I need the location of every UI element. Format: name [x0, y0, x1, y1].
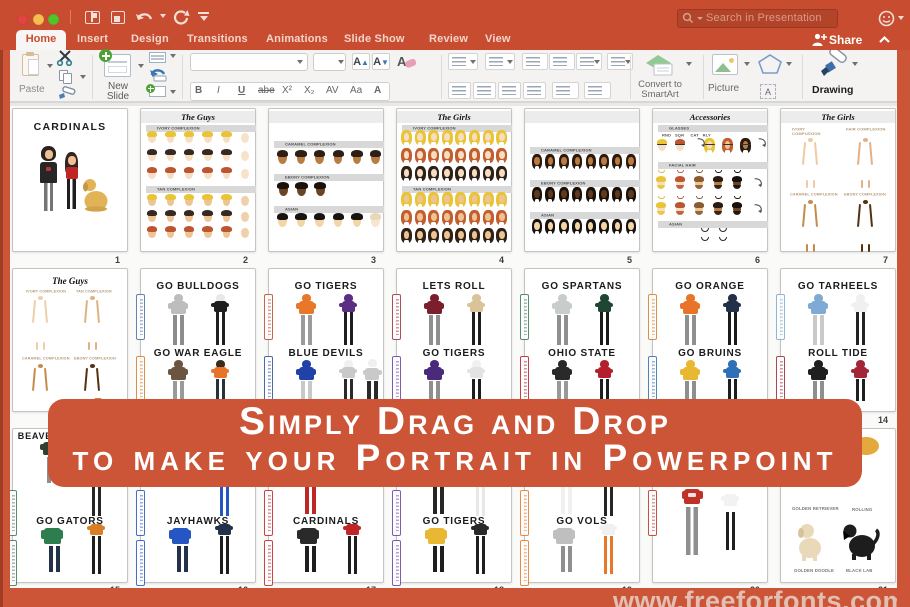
svg-text:A: A [397, 54, 407, 69]
